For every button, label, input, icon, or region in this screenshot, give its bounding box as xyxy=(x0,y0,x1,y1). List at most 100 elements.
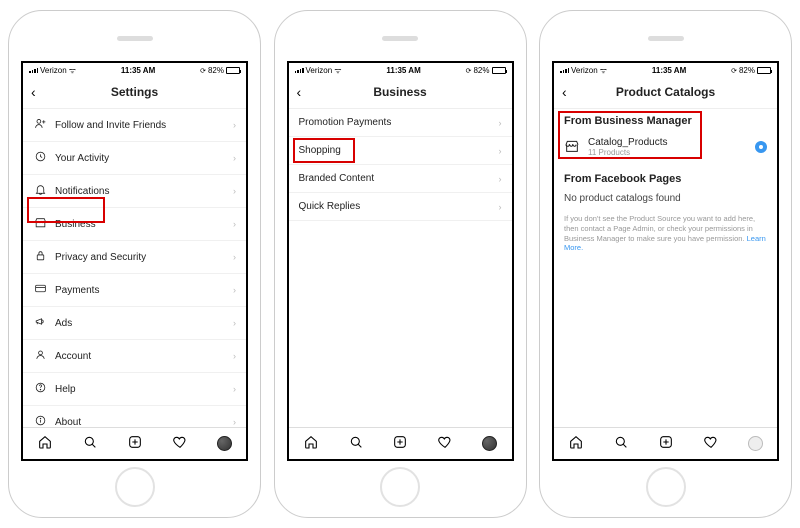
page-title: Business xyxy=(309,85,492,99)
row-payments[interactable]: Payments › xyxy=(23,274,246,307)
home-tab[interactable] xyxy=(303,434,319,453)
home-button[interactable] xyxy=(115,467,155,507)
create-tab[interactable] xyxy=(658,434,674,453)
wifi-icon: ᯤ xyxy=(334,65,341,76)
search-tab[interactable] xyxy=(613,434,629,453)
home-button[interactable] xyxy=(380,467,420,507)
home-tab[interactable] xyxy=(37,434,53,453)
screen-catalogs: Verizon ᯤ 11:35 AM ⟳ 82% ‹ Product Catal… xyxy=(552,61,779,461)
row-label: Account xyxy=(55,351,225,362)
status-time: 11:35 AM xyxy=(386,66,420,75)
wifi-icon: ᯤ xyxy=(69,65,76,76)
row-label: Ads xyxy=(55,318,225,329)
catalog-name: Catalog_Products xyxy=(588,137,747,148)
activity-tab[interactable] xyxy=(172,434,188,453)
chevron-right-icon: › xyxy=(233,285,236,295)
signal-icon xyxy=(29,68,38,73)
search-tab[interactable] xyxy=(348,434,364,453)
radio-selected[interactable] xyxy=(755,141,767,153)
page-title: Product Catalogs xyxy=(574,85,757,99)
tab-bar xyxy=(554,427,777,459)
help-body: If you don't see the Product Source you … xyxy=(564,214,755,243)
chevron-right-icon: › xyxy=(233,252,236,262)
back-button[interactable]: ‹ xyxy=(297,84,309,100)
row-notifications[interactable]: Notifications › xyxy=(23,175,246,208)
profile-tab[interactable] xyxy=(217,436,232,451)
status-bar: Verizon ᯤ 11:35 AM ⟳ 82% xyxy=(23,63,246,78)
catalog-list[interactable]: From Business Manager Catalog_Products 1… xyxy=(554,109,777,427)
row-ads[interactable]: Ads › xyxy=(23,307,246,340)
profile-tab[interactable] xyxy=(482,436,497,451)
carrier-label: Verizon xyxy=(571,66,598,75)
info-icon xyxy=(33,414,47,427)
row-promotion-payments[interactable]: Promotion Payments › xyxy=(289,109,512,137)
tab-bar xyxy=(23,427,246,459)
row-label: Follow and Invite Friends xyxy=(55,120,225,131)
signal-icon xyxy=(560,68,569,73)
help-text: If you don't see the Product Source you … xyxy=(554,208,777,259)
catalog-row[interactable]: Catalog_Products 11 Products xyxy=(554,131,777,163)
chevron-right-icon: › xyxy=(233,120,236,130)
add-user-icon xyxy=(33,117,47,133)
nav-header: ‹ Settings xyxy=(23,78,246,109)
row-your-activity[interactable]: Your Activity › xyxy=(23,142,246,175)
row-business[interactable]: Business › xyxy=(23,208,246,241)
settings-list[interactable]: Follow and Invite Friends › Your Activit… xyxy=(23,109,246,427)
create-tab[interactable] xyxy=(127,434,143,453)
section-facebook-pages: From Facebook Pages xyxy=(554,163,777,189)
screen-settings: Verizon ᯤ 11:35 AM ⟳ 82% ‹ Settings Foll… xyxy=(21,61,248,461)
section-business-manager: From Business Manager xyxy=(554,109,777,131)
row-label: Help xyxy=(55,384,225,395)
back-button[interactable]: ‹ xyxy=(31,84,43,100)
row-branded-content[interactable]: Branded Content › xyxy=(289,165,512,193)
phone-catalogs: Verizon ᯤ 11:35 AM ⟳ 82% ‹ Product Catal… xyxy=(539,10,792,518)
create-tab[interactable] xyxy=(392,434,408,453)
catalog-subtitle: 11 Products xyxy=(588,148,747,157)
row-label: Your Activity xyxy=(55,153,225,164)
orientation-lock-icon: ⟳ xyxy=(731,67,737,75)
home-tab[interactable] xyxy=(568,434,584,453)
empty-message: No product catalogs found xyxy=(554,189,777,208)
chevron-right-icon: › xyxy=(499,202,502,212)
battery-icon xyxy=(226,67,240,74)
row-help[interactable]: Help › xyxy=(23,373,246,406)
nav-header: ‹ Business xyxy=(289,78,512,109)
search-tab[interactable] xyxy=(82,434,98,453)
battery-icon xyxy=(757,67,771,74)
row-about[interactable]: About › xyxy=(23,406,246,427)
row-shopping[interactable]: Shopping › xyxy=(289,137,512,165)
chevron-right-icon: › xyxy=(233,186,236,196)
battery-icon xyxy=(492,67,506,74)
activity-tab[interactable] xyxy=(437,434,453,453)
tab-bar xyxy=(289,427,512,459)
row-label: Privacy and Security xyxy=(55,252,225,263)
user-icon xyxy=(33,348,47,364)
row-follow-invite[interactable]: Follow and Invite Friends › xyxy=(23,109,246,142)
row-label: Shopping xyxy=(299,145,491,156)
status-bar: Verizon ᯤ 11:35 AM ⟳ 82% xyxy=(289,63,512,78)
card-icon xyxy=(33,282,47,298)
phone-business: Verizon ᯤ 11:35 AM ⟳ 82% ‹ Business Prom… xyxy=(274,10,527,518)
activity-tab[interactable] xyxy=(703,434,719,453)
row-quick-replies[interactable]: Quick Replies › xyxy=(289,193,512,221)
back-button[interactable]: ‹ xyxy=(562,84,574,100)
row-account[interactable]: Account › xyxy=(23,340,246,373)
orientation-lock-icon: ⟳ xyxy=(200,67,206,75)
battery-pct: 82% xyxy=(739,66,755,75)
chevron-right-icon: › xyxy=(233,318,236,328)
row-privacy[interactable]: Privacy and Security › xyxy=(23,241,246,274)
row-label: Quick Replies xyxy=(299,201,491,212)
business-list[interactable]: Promotion Payments › Shopping › Branded … xyxy=(289,109,512,427)
wifi-icon: ᯤ xyxy=(600,65,607,76)
megaphone-icon xyxy=(33,315,47,331)
carrier-label: Verizon xyxy=(40,66,67,75)
clock-icon xyxy=(33,150,47,166)
status-bar: Verizon ᯤ 11:35 AM ⟳ 82% xyxy=(554,63,777,78)
row-label: About xyxy=(55,417,225,428)
home-button[interactable] xyxy=(646,467,686,507)
profile-tab[interactable] xyxy=(748,436,763,451)
signal-icon xyxy=(295,68,304,73)
chevron-right-icon: › xyxy=(499,174,502,184)
phone-settings: Verizon ᯤ 11:35 AM ⟳ 82% ‹ Settings Foll… xyxy=(8,10,261,518)
row-label: Business xyxy=(55,219,225,230)
